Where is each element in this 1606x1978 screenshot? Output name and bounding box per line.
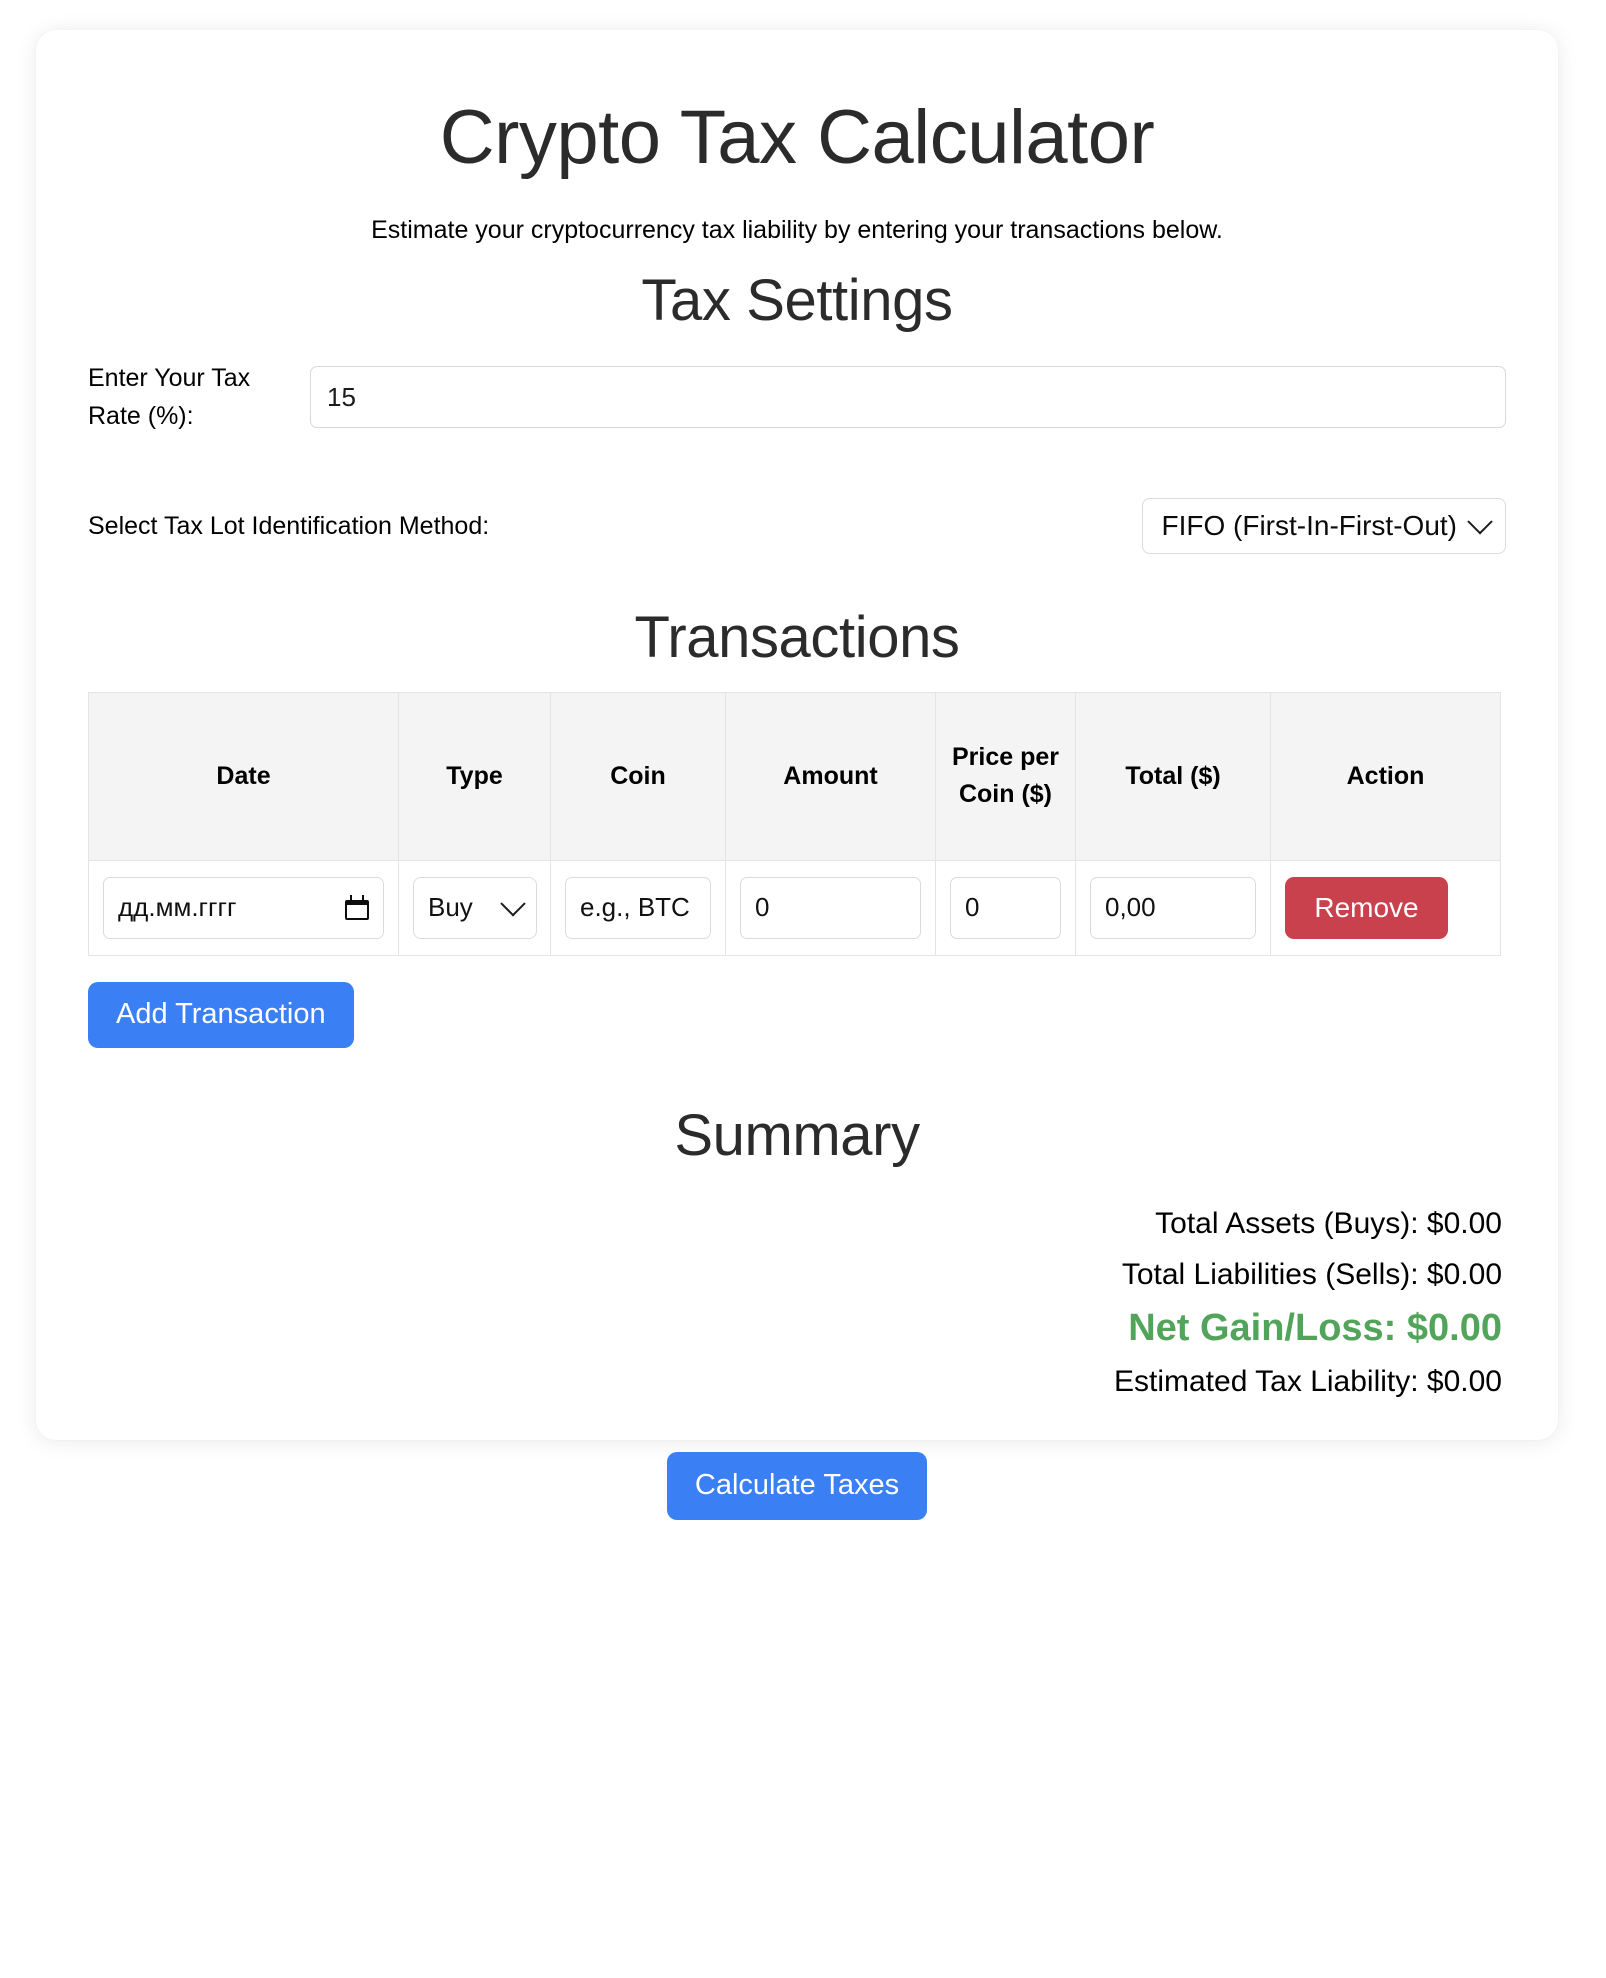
page-title: Crypto Tax Calculator — [439, 95, 1155, 180]
calculator-card: Crypto Tax Calculator Estimate your cryp… — [36, 30, 1558, 1520]
column-header-amount: Amount — [725, 691, 936, 861]
column-header-date: Date — [88, 691, 399, 861]
tax-rate-label: Enter Your Tax Rate (%): — [88, 363, 251, 431]
coin-input[interactable]: e.g., BTC — [565, 876, 711, 939]
transactions-table: Date Type Coin Amount Price per Coin ($)… — [88, 691, 1501, 956]
total-input[interactable]: 0,00 — [1090, 876, 1256, 939]
summary-heading: Summary — [674, 1102, 920, 1168]
summary-estimated-tax: Estimated Tax Liability: $0.00 — [1114, 1364, 1502, 1398]
column-header-price-per-coin: Price per Coin ($) — [935, 691, 1076, 861]
tax-rate-row: Enter Your Tax Rate (%): 15 — [88, 359, 1506, 437]
date-placeholder: дд.мм.гггг — [118, 892, 237, 923]
app-viewport: Crypto Tax Calculator Estimate your cryp… — [8, 8, 1598, 1968]
table-header-row: Date Type Coin Amount Price per Coin ($)… — [88, 691, 1501, 861]
amount-input[interactable]: 0 — [740, 876, 921, 939]
summary-list: Total Assets (Buys): $0.00 Total Liabili… — [88, 1198, 1506, 1408]
column-header-action: Action — [1270, 691, 1501, 861]
remove-button[interactable]: Remove — [1285, 876, 1448, 939]
column-header-type: Type — [398, 691, 551, 861]
cell-total: 0,00 — [1075, 859, 1271, 956]
cell-action: Remove — [1270, 859, 1501, 956]
chevron-down-icon — [1467, 509, 1493, 535]
summary-net-gain-loss: Net Gain/Loss: $0.00 — [1128, 1306, 1502, 1349]
type-select[interactable]: Buy — [413, 876, 537, 939]
calculate-button-wrap: Calculate Taxes — [88, 1451, 1506, 1520]
column-header-coin: Coin — [550, 691, 726, 861]
tax-settings-heading: Tax Settings — [641, 267, 953, 333]
cell-coin: e.g., BTC — [550, 859, 726, 956]
column-header-total: Total ($) — [1075, 691, 1271, 861]
calculate-taxes-button[interactable]: Calculate Taxes — [666, 1451, 928, 1520]
chevron-down-icon — [500, 890, 526, 917]
tax-method-selected-value: FIFO (First-In-First-Out) — [1161, 510, 1457, 542]
table-row: дд.мм.гггг Buy e.g., BTC 0 0 0,00 Remove — [88, 859, 1501, 956]
tax-method-select[interactable]: FIFO (First-In-First-Out) — [1142, 498, 1506, 555]
cell-amount: 0 — [725, 859, 936, 956]
cell-date: дд.мм.гггг — [88, 859, 399, 956]
tax-method-row: Select Tax Lot Identification Method: FI… — [88, 498, 1506, 555]
transactions-heading: Transactions — [634, 605, 960, 671]
date-input[interactable]: дд.мм.гггг — [103, 876, 384, 939]
cell-type: Buy — [398, 859, 551, 956]
type-selected-value: Buy — [428, 892, 473, 923]
add-transaction-button[interactable]: Add Transaction — [88, 981, 354, 1048]
tax-rate-input[interactable]: 15 — [310, 366, 1506, 429]
summary-total-liabilities: Total Liabilities (Sells): $0.00 — [1121, 1258, 1502, 1292]
summary-total-assets: Total Assets (Buys): $0.00 — [1155, 1206, 1502, 1240]
tax-method-label: Select Tax Lot Identification Method: — [88, 511, 490, 540]
calendar-icon[interactable] — [345, 895, 369, 921]
page-subtitle: Estimate your cryptocurrency tax liabili… — [371, 215, 1223, 244]
cell-price: 0 — [935, 859, 1076, 956]
price-per-coin-input[interactable]: 0 — [950, 876, 1061, 939]
